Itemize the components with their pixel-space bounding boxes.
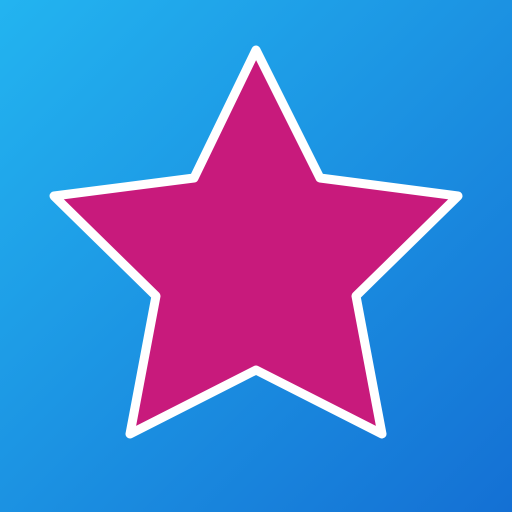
app-icon-graphic <box>0 0 512 512</box>
app-icon <box>0 0 512 512</box>
